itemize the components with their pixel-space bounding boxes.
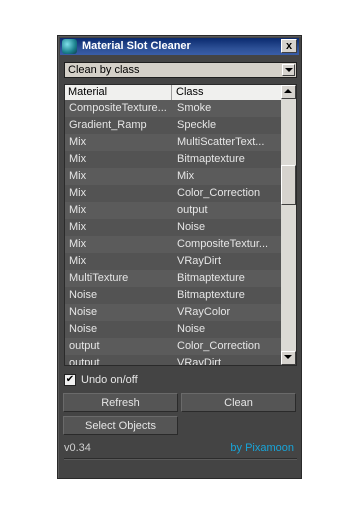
material-list[interactable]: Material Class CompositeTexture... Smoke G…: [64, 84, 297, 366]
table-row[interactable]: Noise Noise: [65, 321, 282, 338]
clean-button[interactable]: Clean: [181, 393, 296, 412]
table-row[interactable]: Noise Bitmaptexture: [65, 287, 282, 304]
material-cell: Mix: [69, 153, 87, 165]
material-cell: Noise: [69, 289, 98, 301]
chevron-down-icon: [285, 68, 293, 72]
table-row[interactable]: Mix Color_Correction: [65, 185, 282, 202]
footer-divider: [64, 458, 297, 460]
material-cell: Mix: [69, 204, 87, 216]
material-cell: Mix: [69, 221, 87, 233]
material-slot-cleaner-window: Material Slot Cleaner x Clean by class M…: [57, 35, 302, 479]
scroll-down-icon: [284, 355, 292, 359]
undo-checkbox[interactable]: ✔: [64, 374, 76, 386]
scroll-up-icon: [284, 89, 292, 93]
table-row[interactable]: Mix output: [65, 202, 282, 219]
material-cell: Noise: [69, 306, 98, 318]
material-cell: Noise: [69, 323, 98, 335]
class-cell: Smoke: [177, 102, 212, 114]
scroll-up-button[interactable]: [281, 85, 296, 99]
table-row[interactable]: Noise VRayColor: [65, 304, 282, 321]
material-cell: Gradient_Ramp: [69, 119, 147, 131]
table-row[interactable]: CompositeTexture... Smoke: [65, 100, 282, 117]
material-cell: Mix: [69, 187, 87, 199]
table-row[interactable]: MultiTexture Bitmaptexture: [65, 270, 282, 287]
table-row[interactable]: Mix Mix: [65, 168, 282, 185]
material-cell: Mix: [69, 136, 87, 148]
class-cell: VRayDirt: [177, 357, 222, 366]
table-row[interactable]: Gradient_Ramp Speckle: [65, 117, 282, 134]
class-cell: output: [177, 204, 208, 216]
class-cell: Noise: [177, 323, 206, 335]
class-cell: Speckle: [177, 119, 217, 131]
scroll-thumb[interactable]: [281, 165, 296, 205]
class-cell: VRayDirt: [177, 255, 222, 267]
material-cell: output: [69, 357, 100, 366]
class-cell: Mix: [177, 170, 195, 182]
table-row[interactable]: Mix Noise: [65, 219, 282, 236]
class-cell: Noise: [177, 221, 206, 233]
mode-dropdown-value: Clean by class: [68, 64, 140, 76]
material-cell: Mix: [69, 255, 87, 267]
material-cell: CompositeTexture...: [69, 102, 167, 114]
table-row[interactable]: Mix VRayDirt: [65, 253, 282, 270]
material-cell: MultiTexture: [69, 272, 129, 284]
list-rows: CompositeTexture... Smoke Gradient_Ramp Spe…: [65, 100, 282, 366]
table-row[interactable]: Mix CompositeTextur...: [65, 236, 282, 253]
class-cell: Bitmaptexture: [177, 289, 245, 301]
class-cell: Color_Correction: [177, 187, 261, 199]
material-cell: Mix: [69, 170, 87, 182]
select-objects-button[interactable]: Select Objects: [63, 416, 178, 435]
undo-label: Undo on/off: [81, 374, 138, 386]
material-cell: Mix: [69, 238, 87, 250]
window-title: Material Slot Cleaner: [82, 40, 191, 52]
title-bar[interactable]: Material Slot Cleaner x: [60, 38, 299, 55]
class-cell: Bitmaptexture: [177, 153, 245, 165]
close-icon: x: [285, 40, 293, 52]
dropdown-arrow-button[interactable]: [282, 64, 295, 76]
version-label: v0.34: [64, 442, 91, 454]
app-icon: [62, 39, 77, 54]
class-cell: CompositeTextur...: [177, 238, 269, 250]
class-cell: Bitmaptexture: [177, 272, 245, 284]
column-header-material[interactable]: Material: [65, 85, 172, 100]
class-cell: VRayColor: [177, 306, 231, 318]
table-row[interactable]: Mix Bitmaptexture: [65, 151, 282, 168]
table-row[interactable]: Mix MultiScatterText...: [65, 134, 282, 151]
material-cell: output: [69, 340, 100, 352]
class-cell: MultiScatterText...: [177, 136, 265, 148]
refresh-button[interactable]: Refresh: [63, 393, 178, 412]
scroll-down-button[interactable]: [281, 351, 296, 365]
table-row[interactable]: output Color_Correction: [65, 338, 282, 355]
list-header: Material Class: [65, 85, 282, 100]
checkmark-icon: ✔: [65, 374, 75, 385]
credit-link[interactable]: by Pixamoon: [230, 442, 294, 454]
column-header-class[interactable]: Class: [173, 85, 282, 100]
close-button[interactable]: x: [281, 39, 297, 53]
class-cell: Color_Correction: [177, 340, 261, 352]
mode-dropdown[interactable]: Clean by class: [64, 62, 297, 78]
table-row[interactable]: output VRayDirt: [65, 355, 282, 366]
list-scrollbar[interactable]: [281, 85, 296, 365]
